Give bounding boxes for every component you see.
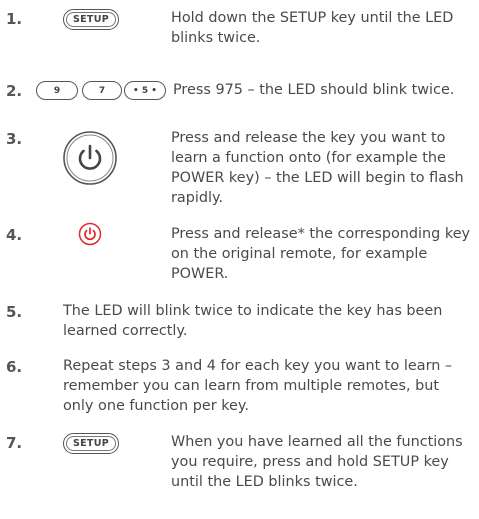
step-text: When you have learned all the functions … [171, 434, 463, 490]
step-text: Repeat steps 3 and 4 for each key you wa… [63, 358, 453, 414]
step-number: 3. [6, 130, 23, 148]
step-number: 2. [6, 82, 23, 100]
setup-key-icon: SETUP [63, 433, 119, 454]
digit-5-key-icon: • 5 • [124, 81, 166, 100]
step-text: Hold down the SETUP key until the LED bl… [171, 10, 454, 46]
power-button-red-icon [78, 222, 102, 246]
step-number: 7. [6, 434, 23, 452]
step-text: Press 975 – the LED should blink twice. [173, 82, 455, 98]
step-number: 1. [6, 10, 23, 28]
step-text: The LED will blink twice to indicate the… [63, 303, 443, 339]
step-text: Press and release* the corresponding key… [171, 226, 471, 282]
digit-7-key-icon: 7 [82, 81, 122, 100]
step-number: 6. [6, 358, 23, 376]
step-number: 4. [6, 226, 23, 244]
setup-key-icon: SETUP [63, 9, 119, 30]
power-button-icon [63, 131, 117, 185]
step-text: Press and release the key you want to le… [171, 130, 464, 206]
digit-9-key-icon: 9 [36, 81, 78, 100]
step-number: 5. [6, 303, 23, 321]
